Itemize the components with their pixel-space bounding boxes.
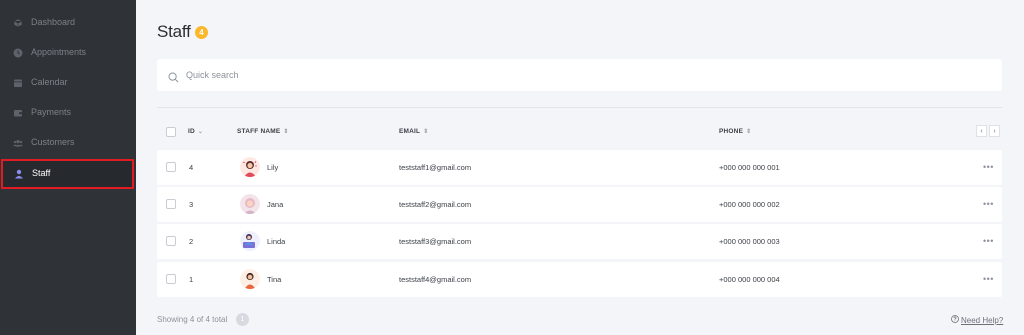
select-all-checkbox[interactable] [166, 127, 176, 137]
sort-icon: ⇕ [423, 129, 429, 135]
search-input[interactable] [186, 68, 786, 82]
users-icon [13, 138, 23, 148]
sidebar-item-label: Customers [31, 137, 75, 147]
row-checkbox[interactable] [166, 274, 176, 284]
table-header: ID ⌄ STAFF NAME ⇕ EMAIL ⇕ PHONE ⇕ ‹ › [157, 122, 1002, 142]
column-phone-label: PHONE [719, 128, 744, 135]
sidebar-item-payments[interactable]: Payments [0, 98, 136, 128]
avatar [240, 269, 260, 289]
column-id[interactable]: ID ⌄ [188, 128, 203, 135]
cell-phone: +000 000 000 002 [719, 200, 780, 209]
table-row[interactable]: 4 Lily teststaff1@gmail.com +000 000 000… [157, 150, 1002, 185]
column-email[interactable]: EMAIL ⇕ [399, 128, 428, 135]
cell-name: Jana [267, 200, 284, 209]
cell-id: 2 [189, 237, 194, 246]
sidebar-item-label: Staff [32, 168, 51, 178]
showing-count: Showing 4 of 4 total [157, 315, 228, 324]
sidebar-item-label: Appointments [31, 47, 87, 57]
avatar [240, 157, 260, 177]
clock-icon [13, 48, 23, 58]
cell-phone: +000 000 000 004 [719, 275, 780, 284]
row-checkbox[interactable] [166, 236, 176, 246]
search-box [157, 59, 1002, 91]
sidebar-item-label: Dashboard [31, 17, 76, 27]
row-checkbox[interactable] [166, 162, 176, 172]
table-row[interactable]: 3 Jana teststaff2@gmail.com +000 000 000… [157, 187, 1002, 222]
cell-email: teststaff3@gmail.com [399, 237, 472, 246]
row-menu-button[interactable]: ••• [983, 274, 994, 284]
avatar [240, 194, 260, 214]
cell-name: Tina [267, 275, 282, 284]
column-staff-name[interactable]: STAFF NAME ⇕ [237, 128, 289, 135]
wallet-icon [13, 108, 23, 118]
sidebar-item-label: Calendar [31, 77, 68, 87]
column-staff-name-label: STAFF NAME [237, 128, 281, 135]
sort-icon: ⇕ [283, 129, 289, 135]
cell-email: teststaff1@gmail.com [399, 163, 472, 172]
column-email-label: EMAIL [399, 128, 421, 135]
sidebar-item-label: Payments [31, 107, 72, 117]
cell-id: 4 [189, 163, 194, 172]
search-icon [168, 70, 179, 88]
row-checkbox[interactable] [166, 199, 176, 209]
row-menu-button[interactable]: ••• [983, 236, 994, 246]
sidebar: Dashboard Appointments Calendar Payments… [0, 0, 136, 335]
cell-id: 1 [189, 275, 194, 284]
user-icon [14, 169, 24, 179]
scroll-right-button[interactable]: › [989, 125, 1000, 137]
sort-desc-icon: ⌄ [197, 129, 204, 135]
calendar-icon [13, 78, 23, 88]
count-badge: 4 [195, 26, 208, 39]
cell-email: teststaff4@gmail.com [399, 275, 472, 284]
sidebar-item-calendar[interactable]: Calendar [0, 68, 136, 98]
cell-name: Linda [267, 237, 286, 246]
sort-icon: ⇕ [746, 129, 752, 135]
sidebar-item-dashboard[interactable]: Dashboard [0, 8, 136, 38]
cell-id: 3 [189, 200, 194, 209]
page-number[interactable]: 1 [236, 313, 249, 326]
column-phone[interactable]: PHONE ⇕ [719, 128, 751, 135]
divider [157, 107, 1002, 108]
row-menu-button[interactable]: ••• [983, 199, 994, 209]
need-help-label: Need Help? [961, 315, 1004, 325]
sidebar-item-appointments[interactable]: Appointments [0, 38, 136, 68]
question-icon [951, 315, 959, 325]
cell-name: Lily [267, 163, 279, 172]
cube-icon [13, 18, 23, 28]
need-help-link[interactable]: Need Help? [951, 315, 1003, 325]
scroll-left-button[interactable]: ‹ [976, 125, 987, 137]
column-id-label: ID [188, 128, 195, 135]
table-row[interactable]: 1 Tina teststaff4@gmail.com +000 000 000… [157, 262, 1002, 297]
cell-phone: +000 000 000 003 [719, 237, 780, 246]
cell-phone: +000 000 000 001 [719, 163, 780, 172]
sidebar-item-customers[interactable]: Customers [0, 128, 136, 158]
cell-email: teststaff2@gmail.com [399, 200, 472, 209]
row-menu-button[interactable]: ••• [983, 162, 994, 172]
sidebar-item-staff[interactable]: Staff [1, 159, 134, 189]
avatar [240, 231, 260, 251]
table-row[interactable]: 2 Linda teststaff3@gmail.com +000 000 00… [157, 224, 1002, 259]
page-title: Staff [157, 22, 191, 41]
